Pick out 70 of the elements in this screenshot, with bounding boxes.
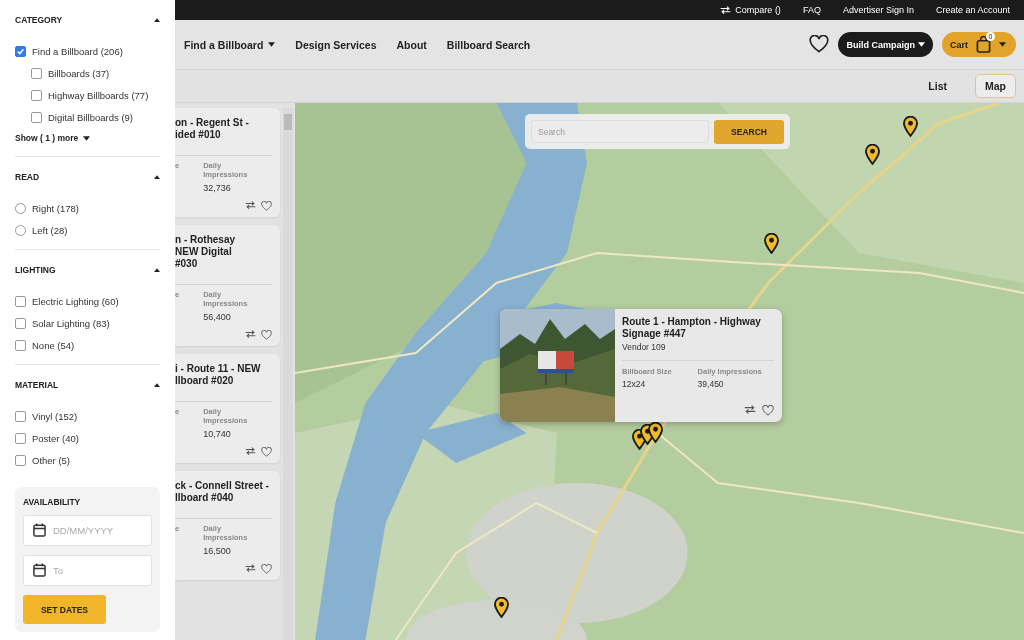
set-dates-button[interactable]: SET DATES: [23, 595, 106, 624]
show-more-link[interactable]: Show ( 1 ) more: [15, 128, 91, 148]
caret-icon: [918, 42, 925, 47]
listing-title: n - Rothesay: [175, 234, 236, 247]
filter-option[interactable]: Solar Lighting (83): [32, 317, 110, 329]
filter-heading: LIGHTING: [15, 265, 56, 275]
top-link[interactable]: FAQ: [802, 5, 821, 15]
filter-option[interactable]: Highway Billboards (77): [48, 89, 149, 101]
stat-value: 32,736: [203, 183, 232, 193]
build-campaign-button[interactable]: Build Campaign: [838, 32, 933, 57]
listing-title: llboard #040: [175, 492, 235, 505]
filter-option[interactable]: Electric Lighting (60): [32, 295, 119, 307]
scrollbar-thumb[interactable]: [284, 114, 292, 130]
checkbox[interactable]: [31, 89, 42, 101]
compare-icon[interactable]: [245, 201, 256, 210]
checkbox[interactable]: [31, 67, 42, 79]
caret-icon: [999, 42, 1006, 47]
calendar-icon: [33, 523, 46, 537]
top-link[interactable]: Create an Account: [935, 5, 1010, 15]
caret-icon: [268, 42, 276, 47]
date-field[interactable]: DD/MM/YYYY: [23, 515, 152, 546]
stat-value: 16,500: [203, 546, 232, 557]
filter-option[interactable]: Vinyl (152): [32, 410, 78, 422]
checkbox[interactable]: [15, 454, 26, 466]
nav-link[interactable]: Billboard Search: [446, 38, 531, 51]
listing-title: NEW Digital: [175, 246, 233, 259]
listing-title: i - Route 11 - NEW: [175, 363, 262, 376]
compare-icon[interactable]: [245, 330, 256, 339]
compare-icon[interactable]: [245, 564, 256, 573]
filter-option[interactable]: Find a Billboard (206): [32, 45, 123, 57]
stat-value: 56,400: [203, 312, 232, 323]
filter-option[interactable]: None (54): [32, 339, 75, 351]
checkbox[interactable]: [15, 410, 26, 422]
top-link[interactable]: Advertiser Sign In: [842, 5, 914, 15]
nav-link[interactable]: Design Services: [295, 38, 377, 51]
checkbox[interactable]: [15, 295, 26, 307]
heart-icon[interactable]: [809, 35, 830, 54]
listing-title: llboard #020: [175, 375, 235, 388]
checkbox[interactable]: [15, 432, 26, 444]
filter-heading: AVAILABILITY: [23, 497, 82, 507]
filter-heading: READ: [15, 172, 40, 182]
filter-option[interactable]: Left (28): [32, 224, 68, 236]
nav-link[interactable]: About: [396, 38, 427, 51]
filter-option[interactable]: Digital Billboards (9): [48, 111, 133, 123]
filter-heading: MATERIAL: [15, 380, 59, 390]
checkbox[interactable]: [15, 339, 26, 351]
filter-option[interactable]: Other (5): [32, 454, 70, 466]
checkbox[interactable]: [15, 45, 26, 57]
filter-option[interactable]: Billboards (37): [48, 67, 110, 79]
listing-title: #030: [175, 258, 199, 271]
compare-icon[interactable]: [245, 447, 256, 456]
view-tab[interactable]: List: [918, 74, 957, 98]
filter-option[interactable]: Poster (40): [32, 432, 79, 444]
date-field[interactable]: To: [23, 555, 152, 586]
listing-title: on - Regent St -: [175, 117, 250, 129]
calendar-icon: [33, 563, 46, 577]
compare-link[interactable]: Compare (): [720, 5, 781, 15]
listing-title: ck - Connell Street -: [175, 480, 270, 493]
caret-icon: [83, 135, 91, 141]
nav-link[interactable]: Find a Billboard: [184, 38, 276, 51]
view-tab[interactable]: Map: [975, 74, 1016, 98]
bag-icon: [976, 36, 991, 53]
check-icon: [16, 46, 25, 56]
filter-option[interactable]: Right (178): [32, 202, 79, 214]
filter-heading: CATEGORY: [15, 15, 63, 25]
listing-title: ided #010: [175, 129, 222, 141]
checkbox[interactable]: [15, 317, 26, 329]
checkbox[interactable]: [31, 111, 42, 123]
stat-value: 10,740: [203, 429, 232, 440]
scrollbar[interactable]: [283, 108, 293, 640]
